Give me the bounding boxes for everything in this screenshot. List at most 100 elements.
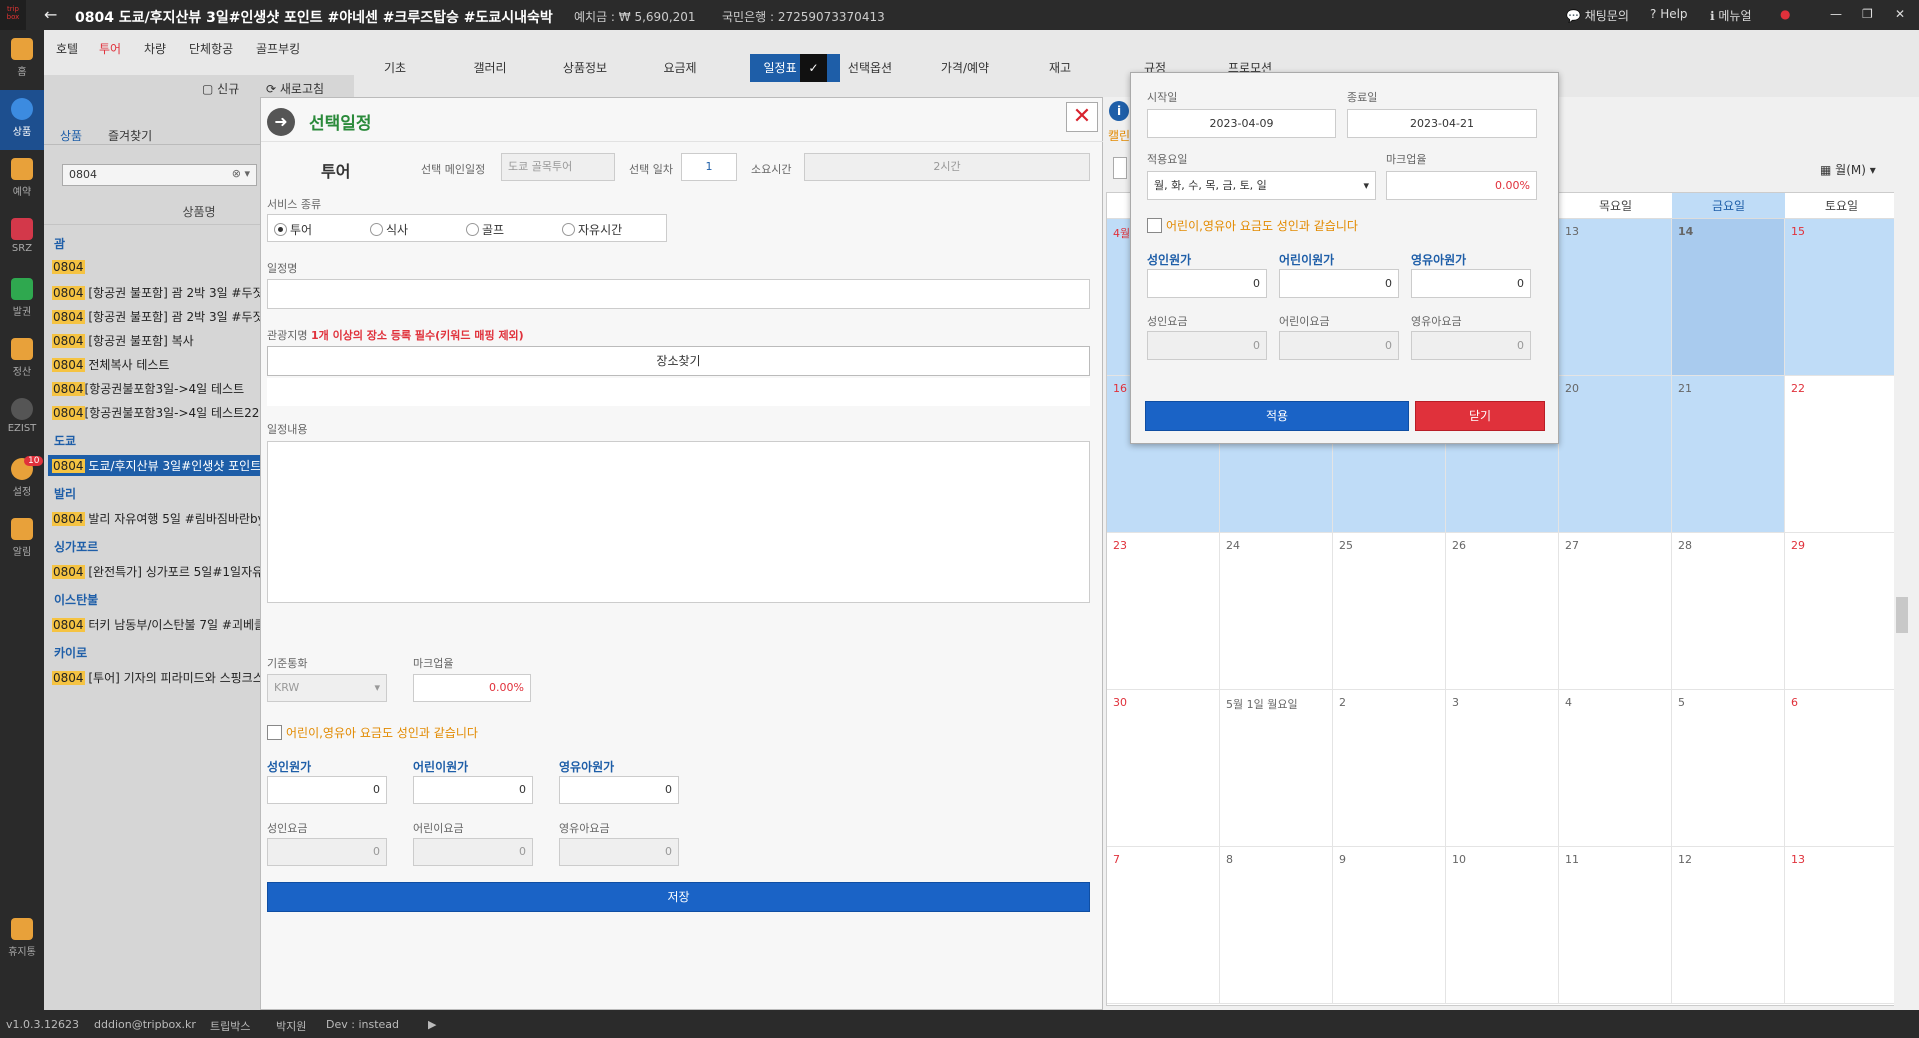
currency-icon[interactable]: ● — [1780, 7, 1790, 21]
tab-price-booking[interactable]: 가격/예약 — [920, 54, 1010, 82]
manual-link[interactable]: ℹ 메뉴얼 — [1710, 7, 1752, 24]
adult-cost-input[interactable]: 0 — [267, 776, 387, 804]
content-textarea[interactable] — [267, 441, 1090, 603]
tab-stock[interactable]: 재고 — [1015, 54, 1105, 82]
tab-options[interactable]: 선택옵션 — [825, 54, 915, 82]
minimize-icon[interactable]: — — [1830, 7, 1842, 21]
calendar-day-cell[interactable]: 30 — [1107, 690, 1220, 847]
view-mode-select[interactable]: ▦ 월(M) ▾ — [1820, 161, 1876, 178]
popup-child-cost-input[interactable]: 0 — [1279, 269, 1399, 298]
markup-input[interactable]: 0.00% — [413, 674, 531, 702]
rail-settings[interactable]: 설정 10 — [0, 450, 44, 510]
calendar-day-cell[interactable]: 22 — [1785, 376, 1898, 533]
chat-link[interactable]: 💬 채팅문의 — [1566, 7, 1629, 24]
calendar-day-cell[interactable]: 4 — [1559, 690, 1672, 847]
calendar-day-cell[interactable]: 25 — [1333, 533, 1446, 690]
rail-ezist[interactable]: EZIST — [0, 390, 44, 450]
calendar-day-cell[interactable]: 12 — [1672, 847, 1785, 1004]
radio-free-time[interactable]: 자유시간 — [562, 221, 622, 238]
calendar-day-cell[interactable]: 26 — [1446, 533, 1559, 690]
menu-car[interactable]: 차량 — [144, 40, 166, 57]
group-header[interactable]: 괌 — [54, 235, 65, 252]
calendar-day-cell[interactable]: 5월 1일 월요일 — [1220, 690, 1333, 847]
start-date-input[interactable]: 2023-04-09 — [1147, 109, 1336, 138]
tab-product-info[interactable]: 상품정보 — [540, 54, 630, 82]
tab-favorites[interactable]: 즐겨찾기 — [108, 127, 152, 144]
menu-hotel[interactable]: 호텔 — [56, 40, 78, 57]
place-label-text: 관광지명 — [267, 329, 308, 342]
rail-alert[interactable]: 알림 — [0, 510, 44, 570]
rail-srz[interactable]: SRZ — [0, 210, 44, 270]
rail-settlement[interactable]: 정산 — [0, 330, 44, 390]
weekdays-select[interactable]: 월, 화, 수, 목, 금, 토, 일 ▾ — [1147, 171, 1376, 200]
calendar-day-cell[interactable]: 15 — [1785, 219, 1898, 376]
close-window-icon[interactable]: ✕ — [1895, 7, 1905, 21]
calendar-day-cell[interactable]: 27 — [1559, 533, 1672, 690]
scroll-thumb[interactable] — [1896, 597, 1908, 633]
group-header[interactable]: 카이로 — [54, 644, 87, 661]
tab-basic[interactable]: 기초 — [350, 54, 440, 82]
menu-group-air[interactable]: 단체항공 — [189, 40, 233, 57]
calendar-day-cell[interactable]: 14 — [1672, 219, 1785, 376]
clear-icon[interactable]: ⊗ ▾ — [232, 167, 250, 180]
radio-meal[interactable]: 식사 — [370, 221, 408, 238]
save-button[interactable]: 저장 — [267, 882, 1090, 912]
day-field[interactable]: 1 — [681, 153, 737, 181]
radio-golf[interactable]: 골프 — [466, 221, 504, 238]
calendar-day-cell[interactable]: 23 — [1107, 533, 1220, 690]
child-cost-input[interactable]: 0 — [413, 776, 533, 804]
refresh-button[interactable]: ⟳ 새로고침 — [266, 80, 324, 97]
close-popup-button[interactable]: 닫기 — [1415, 401, 1545, 431]
calendar-day-cell[interactable]: 21 — [1672, 376, 1785, 533]
calendar-day-cell[interactable]: 6 — [1785, 690, 1898, 847]
calendar-day-cell[interactable]: 8 — [1220, 847, 1333, 1004]
calendar-day-cell[interactable]: 20 — [1559, 376, 1672, 533]
calendar-day-cell[interactable]: 5 — [1672, 690, 1785, 847]
calendar-day-cell[interactable]: 2 — [1333, 690, 1446, 847]
rail-home[interactable]: 홈 — [0, 30, 44, 90]
schedule-name-input[interactable] — [267, 279, 1090, 309]
radio-tour[interactable]: 투어 — [274, 221, 312, 238]
calendar-day-cell[interactable]: 13 — [1559, 219, 1672, 376]
popup-same-price-checkbox[interactable]: 어린이,영유아 요금도 성인과 같습니다 — [1147, 217, 1358, 234]
maximize-icon[interactable]: ❐ — [1862, 7, 1873, 21]
popup-adult-cost-input[interactable]: 0 — [1147, 269, 1267, 298]
calendar-day-cell[interactable]: 24 — [1220, 533, 1333, 690]
group-header[interactable]: 발리 — [54, 485, 76, 502]
popup-markup-input[interactable]: 0.00% — [1386, 171, 1537, 200]
product-search-input[interactable]: 0804 ⊗ ▾ — [62, 164, 257, 186]
calendar-day-cell[interactable]: 13 — [1785, 847, 1898, 1004]
calendar-day-cell[interactable]: 9 — [1333, 847, 1446, 1004]
calendar-day-cell[interactable]: 10 — [1446, 847, 1559, 1004]
menu-tour[interactable]: 투어 — [99, 40, 121, 57]
infant-cost-input[interactable]: 0 — [559, 776, 679, 804]
rail-ticket[interactable]: 발권 — [0, 270, 44, 330]
menu-golf[interactable]: 골프부킹 — [256, 40, 300, 57]
group-header[interactable]: 도쿄 — [54, 432, 76, 449]
back-arrow-icon[interactable]: ← — [44, 5, 57, 24]
apply-button[interactable]: 적용 — [1145, 401, 1409, 431]
help-link[interactable]: ? Help — [1650, 7, 1688, 21]
tab-rate-plan[interactable]: 요금제 — [635, 54, 725, 82]
rail-reservation[interactable]: 예약 — [0, 150, 44, 210]
calendar-day-cell[interactable]: 7 — [1107, 847, 1220, 1004]
calendar-day-cell[interactable]: 28 — [1672, 533, 1785, 690]
rail-product[interactable]: 상품 — [0, 90, 44, 150]
find-place-button[interactable]: 장소찾기 — [267, 346, 1090, 376]
play-icon[interactable]: ▶ — [428, 1018, 436, 1031]
calendar-day-cell[interactable]: 3 — [1446, 690, 1559, 847]
end-date-input[interactable]: 2023-04-21 — [1347, 109, 1537, 138]
same-price-checkbox[interactable]: 어린이,영유아 요금도 성인과 같습니다 — [267, 724, 478, 741]
new-button[interactable]: ▢ 신규 — [202, 80, 239, 97]
calendar-day-cell[interactable]: 11 — [1559, 847, 1672, 1004]
group-header[interactable]: 이스탄불 — [54, 591, 98, 608]
group-header[interactable]: 싱가포르 — [54, 538, 98, 555]
prev-month-button[interactable] — [1113, 157, 1127, 179]
rail-trash[interactable]: 휴지통 — [0, 910, 44, 970]
calendar-day-cell[interactable]: 29 — [1785, 533, 1898, 690]
calendar-scrollbar[interactable] — [1894, 192, 1910, 1006]
popup-infant-cost-input[interactable]: 0 — [1411, 269, 1531, 298]
close-dialog-button[interactable]: ✕ — [1066, 102, 1098, 132]
tab-gallery[interactable]: 갤러리 — [445, 54, 535, 82]
tab-products[interactable]: 상품 — [60, 127, 82, 144]
